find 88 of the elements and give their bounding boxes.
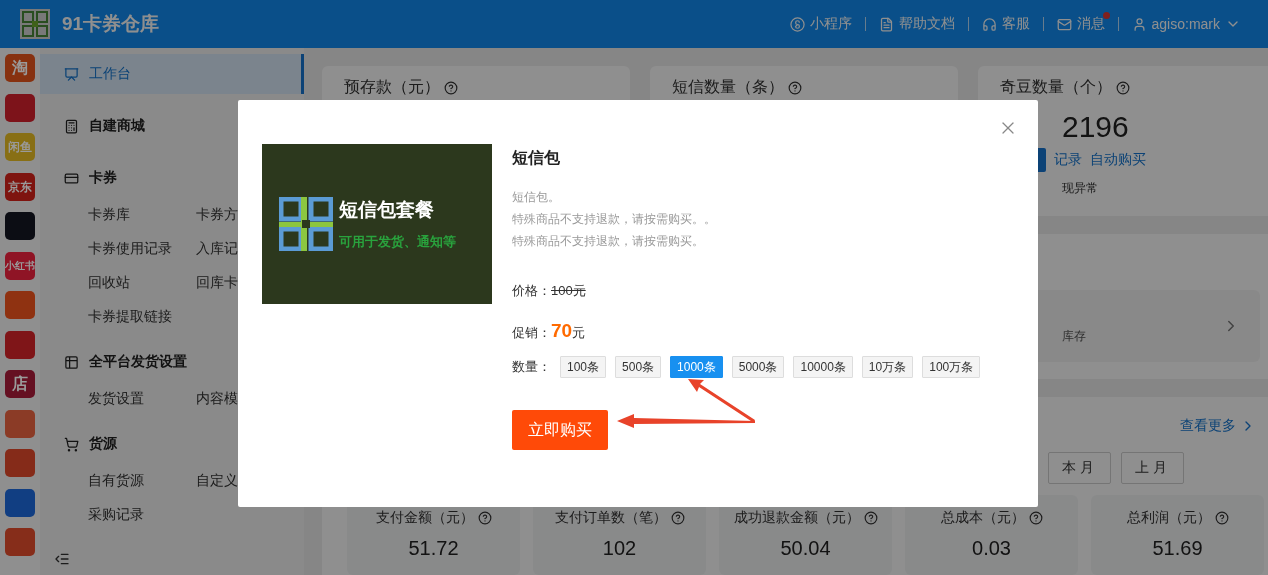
header-link[interactable]: 客服	[968, 15, 1043, 33]
card-icon	[64, 170, 79, 186]
headset-icon	[981, 16, 997, 32]
document-icon	[878, 16, 894, 32]
stat-value: 51.69	[1152, 537, 1203, 560]
original-price: 100元	[551, 282, 586, 300]
sidebar-item[interactable]: 全平台发货设置	[40, 342, 304, 382]
card-link[interactable]: 记录	[1054, 151, 1082, 169]
platform-icon[interactable]: 淘	[5, 54, 35, 82]
quantity-option[interactable]: 500条	[615, 356, 662, 378]
logo-icon	[279, 197, 333, 251]
stat-label: 支付金额（元）	[375, 509, 474, 527]
quantity-label: 数量：	[512, 358, 551, 376]
card-link[interactable]: 自动购买	[1090, 151, 1146, 169]
view-more-link[interactable]: 查看更多	[1180, 417, 1260, 435]
card-note: 现异常	[1062, 180, 1099, 197]
header-link[interactable]: 小程序	[776, 15, 865, 33]
app-name: 91卡券仓库	[62, 12, 160, 36]
sidebar-item[interactable]: 货源	[40, 424, 304, 464]
sidebar-item[interactable]: 自建商城	[40, 106, 304, 146]
stat-value: 102	[602, 537, 637, 560]
stat-value: 0.03	[972, 537, 1011, 560]
stat-label: 成功退款金额（元）	[733, 509, 860, 527]
platform-icon[interactable]	[5, 212, 35, 240]
user-menu[interactable]: agiso:mark	[1118, 16, 1254, 32]
description-line: 短信包。	[512, 189, 561, 206]
stat-label: 支付订单数（笔）	[554, 509, 667, 527]
card-label: 预存款（元）	[344, 77, 440, 97]
platform-icon[interactable]	[5, 488, 35, 517]
stat-label: 总利润（元）	[1126, 509, 1211, 527]
help-icon[interactable]	[1116, 80, 1130, 95]
platform-icon[interactable]: 店	[5, 370, 35, 398]
sidebar-subitem[interactable]: 发货设置	[88, 388, 196, 408]
promo-price: 70	[551, 320, 573, 342]
collapse-icon[interactable]	[54, 551, 70, 567]
sidebar-subitem[interactable]: 卡券提取链接	[88, 306, 196, 326]
promo-label: 促销：	[512, 324, 551, 342]
header-link[interactable]: 消息	[1043, 15, 1118, 33]
help-icon[interactable]	[444, 80, 458, 95]
price-unit: 元	[572, 325, 586, 342]
stat-value: 51.72	[408, 537, 459, 560]
period-button[interactable]: 上月	[1121, 452, 1184, 484]
platform-icon[interactable]	[5, 330, 35, 359]
help-icon[interactable]	[863, 511, 878, 525]
sidebar-subitem[interactable]: 自有货源	[88, 470, 196, 490]
banner-title: 短信包套餐	[339, 198, 435, 222]
buy-now-button[interactable]: 立即购买	[512, 410, 608, 450]
platform-icon[interactable]	[5, 93, 35, 122]
sidebar-item[interactable]: 工作台	[40, 54, 304, 94]
help-icon[interactable]	[670, 511, 685, 525]
quantity-option[interactable]: 10万条	[861, 356, 914, 378]
mail-icon	[1056, 16, 1072, 32]
quantity-option[interactable]: 1000条	[670, 356, 723, 378]
presentation-icon	[64, 66, 79, 82]
banner-subtitle: 可用于发货、通知等	[339, 233, 456, 251]
quantity-option[interactable]: 100条	[560, 356, 607, 378]
header-link[interactable]: 帮助文档	[865, 15, 968, 33]
sidebar-subitem[interactable]: 回收站	[88, 272, 196, 292]
link-icon	[789, 16, 805, 32]
stat-value: 50.04	[780, 537, 831, 560]
product-title: 短信包	[512, 148, 561, 168]
sidebar-item[interactable]: 卡券	[40, 158, 304, 198]
grid-icon	[64, 354, 79, 370]
sidebar-subitem[interactable]: 采购记录	[88, 504, 196, 524]
user-icon	[1131, 16, 1147, 32]
description-line: 特殊商品不支持退款，请按需购买。	[512, 233, 705, 250]
logo-icon	[20, 9, 50, 39]
quantity-option[interactable]: 10000条	[793, 356, 853, 378]
help-icon[interactable]	[788, 80, 802, 95]
calculator-icon	[64, 118, 79, 134]
description-line: 特殊商品不支持退款，请按需购买。。	[512, 211, 717, 228]
cart-icon	[64, 436, 79, 452]
platform-icon[interactable]: 小红书	[5, 251, 35, 280]
period-button[interactable]: 本月	[1048, 452, 1111, 484]
quantity-option[interactable]: 100万条	[922, 356, 981, 378]
quantity-option[interactable]: 5000条	[731, 356, 785, 378]
card-label: 奇豆数量（个）	[1000, 77, 1112, 97]
card-label: 短信数量（条）	[672, 77, 784, 97]
stat-label: 总成本（元）	[940, 509, 1025, 527]
help-icon[interactable]	[1214, 511, 1229, 525]
sidebar-subitem[interactable]: 卡券使用记录	[88, 238, 196, 258]
sidebar-subitem[interactable]: 卡券库	[88, 204, 196, 224]
platform-icon[interactable]: 京东	[5, 172, 35, 201]
card-value: 2196	[1062, 110, 1130, 144]
stock-text: 库存	[1062, 328, 1086, 345]
help-icon[interactable]	[1028, 511, 1043, 525]
help-icon[interactable]	[477, 511, 492, 525]
price-label: 价格：	[512, 282, 551, 300]
